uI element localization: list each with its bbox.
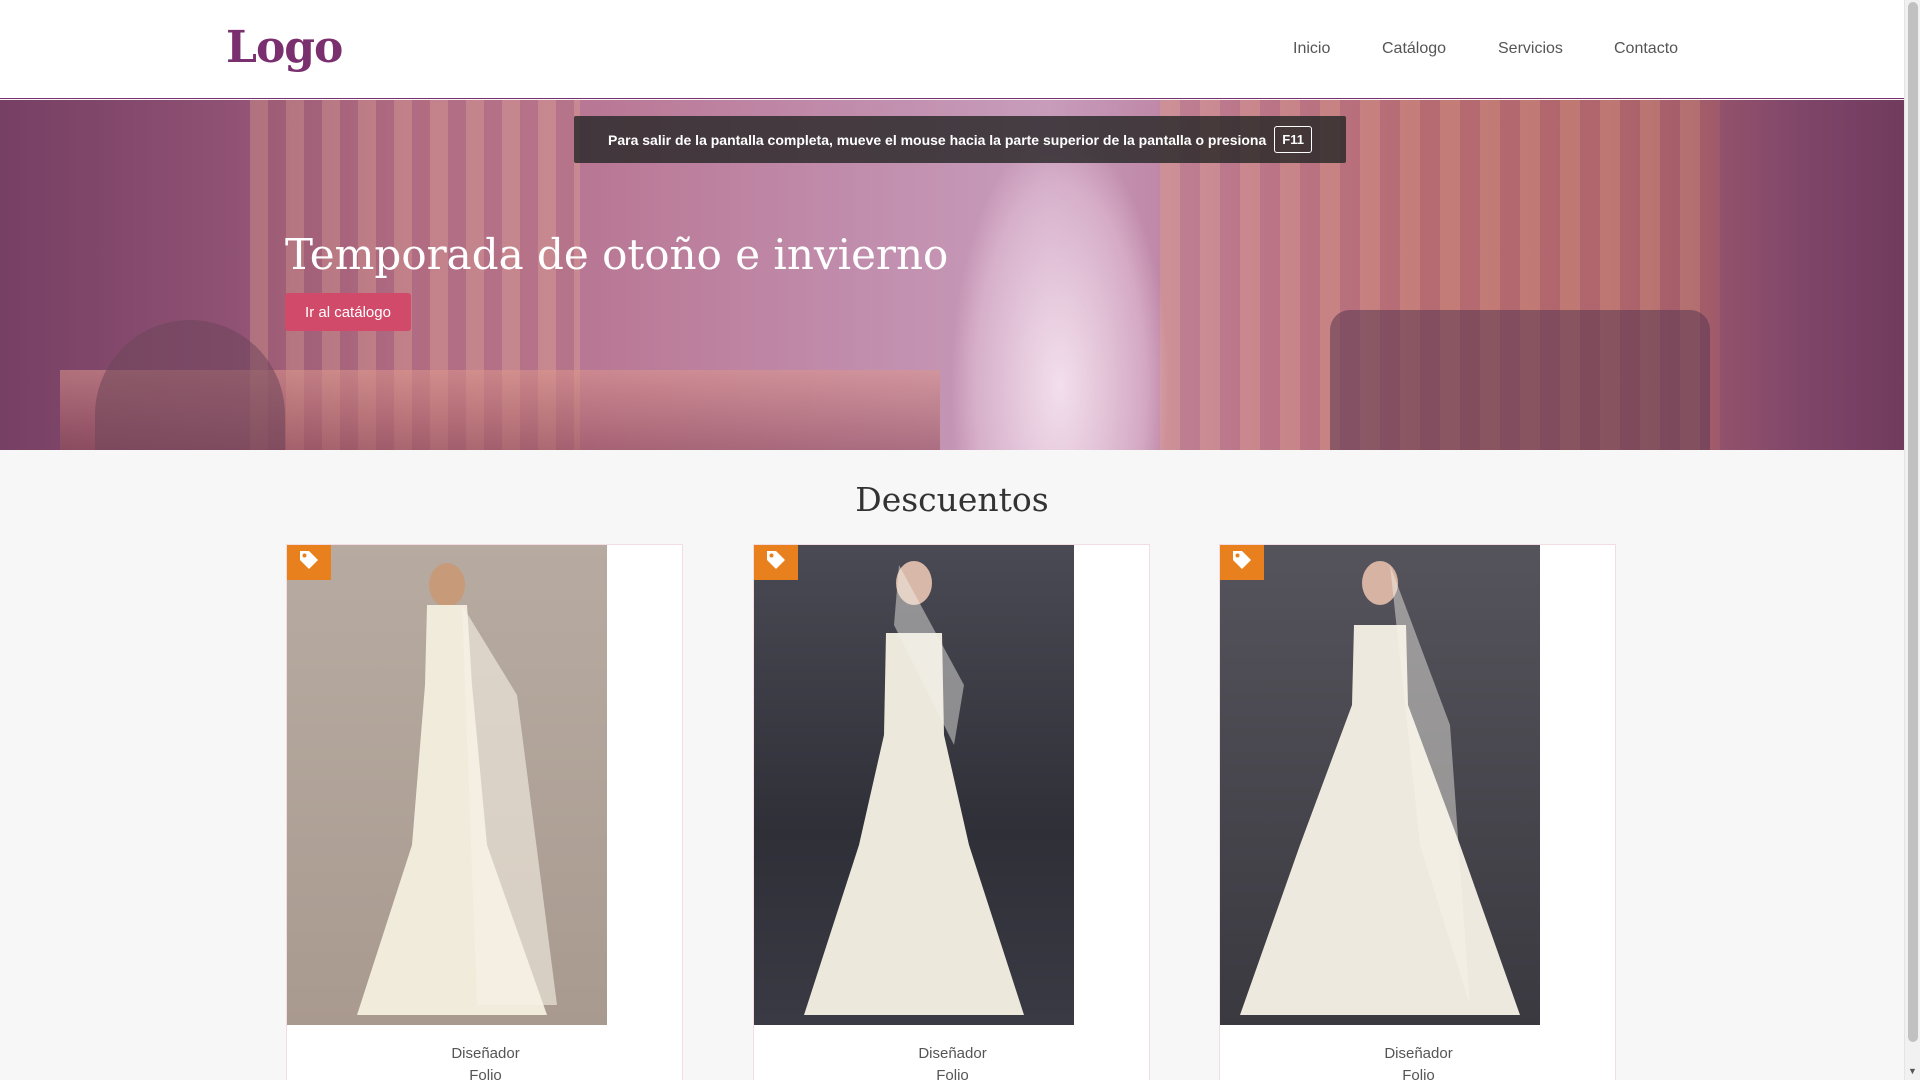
site-header: Logo Inicio Catálogo Servicios Contacto (0, 0, 1904, 99)
fullscreen-notice: Para salir de la pantalla completa, muev… (574, 116, 1346, 163)
page-scrollbar[interactable]: ▼ (1904, 0, 1920, 1080)
product-image[interactable] (1220, 545, 1540, 1025)
discount-tag (287, 545, 331, 580)
card-designer: Diseñador (918, 1045, 987, 1062)
card-folio: Folio (469, 1067, 502, 1080)
nav-item-catalogo[interactable]: Catálogo (1382, 40, 1446, 58)
product-image[interactable] (287, 545, 607, 1025)
hero-background-chair (1330, 310, 1710, 450)
tag-icon (1231, 549, 1253, 576)
nav-item-servicios[interactable]: Servicios (1498, 40, 1563, 58)
hero-background-dress (950, 130, 1170, 450)
nav-item-contacto[interactable]: Contacto (1614, 40, 1678, 58)
go-to-catalog-button[interactable]: Ir al catálogo (285, 293, 411, 331)
product-card[interactable]: Diseñador Folio (286, 544, 683, 1080)
section-title: Descuentos (855, 480, 1049, 519)
scroll-down-arrow-icon[interactable]: ▼ (1908, 1066, 1917, 1076)
tag-icon (765, 549, 787, 576)
nav-item-inicio[interactable]: Inicio (1293, 40, 1330, 58)
product-card[interactable]: Diseñador Folio (1219, 544, 1616, 1080)
card-designer: Diseñador (451, 1045, 520, 1062)
hero-title: Temporada de otoño e invierno (285, 230, 949, 279)
card-folio: Folio (1402, 1067, 1435, 1080)
product-image[interactable] (754, 545, 1074, 1025)
fullscreen-notice-text: Para salir de la pantalla completa, muev… (608, 131, 1267, 148)
fullscreen-notice-key: F11 (1274, 126, 1312, 153)
discount-tag (754, 545, 798, 580)
scrollbar-thumb[interactable] (1908, 2, 1918, 1042)
logo[interactable]: Logo (226, 22, 343, 73)
card-folio: Folio (936, 1067, 969, 1080)
product-card[interactable]: Diseñador Folio (753, 544, 1150, 1080)
discount-tag (1220, 545, 1264, 580)
tag-icon (298, 549, 320, 576)
card-designer: Diseñador (1384, 1045, 1453, 1062)
